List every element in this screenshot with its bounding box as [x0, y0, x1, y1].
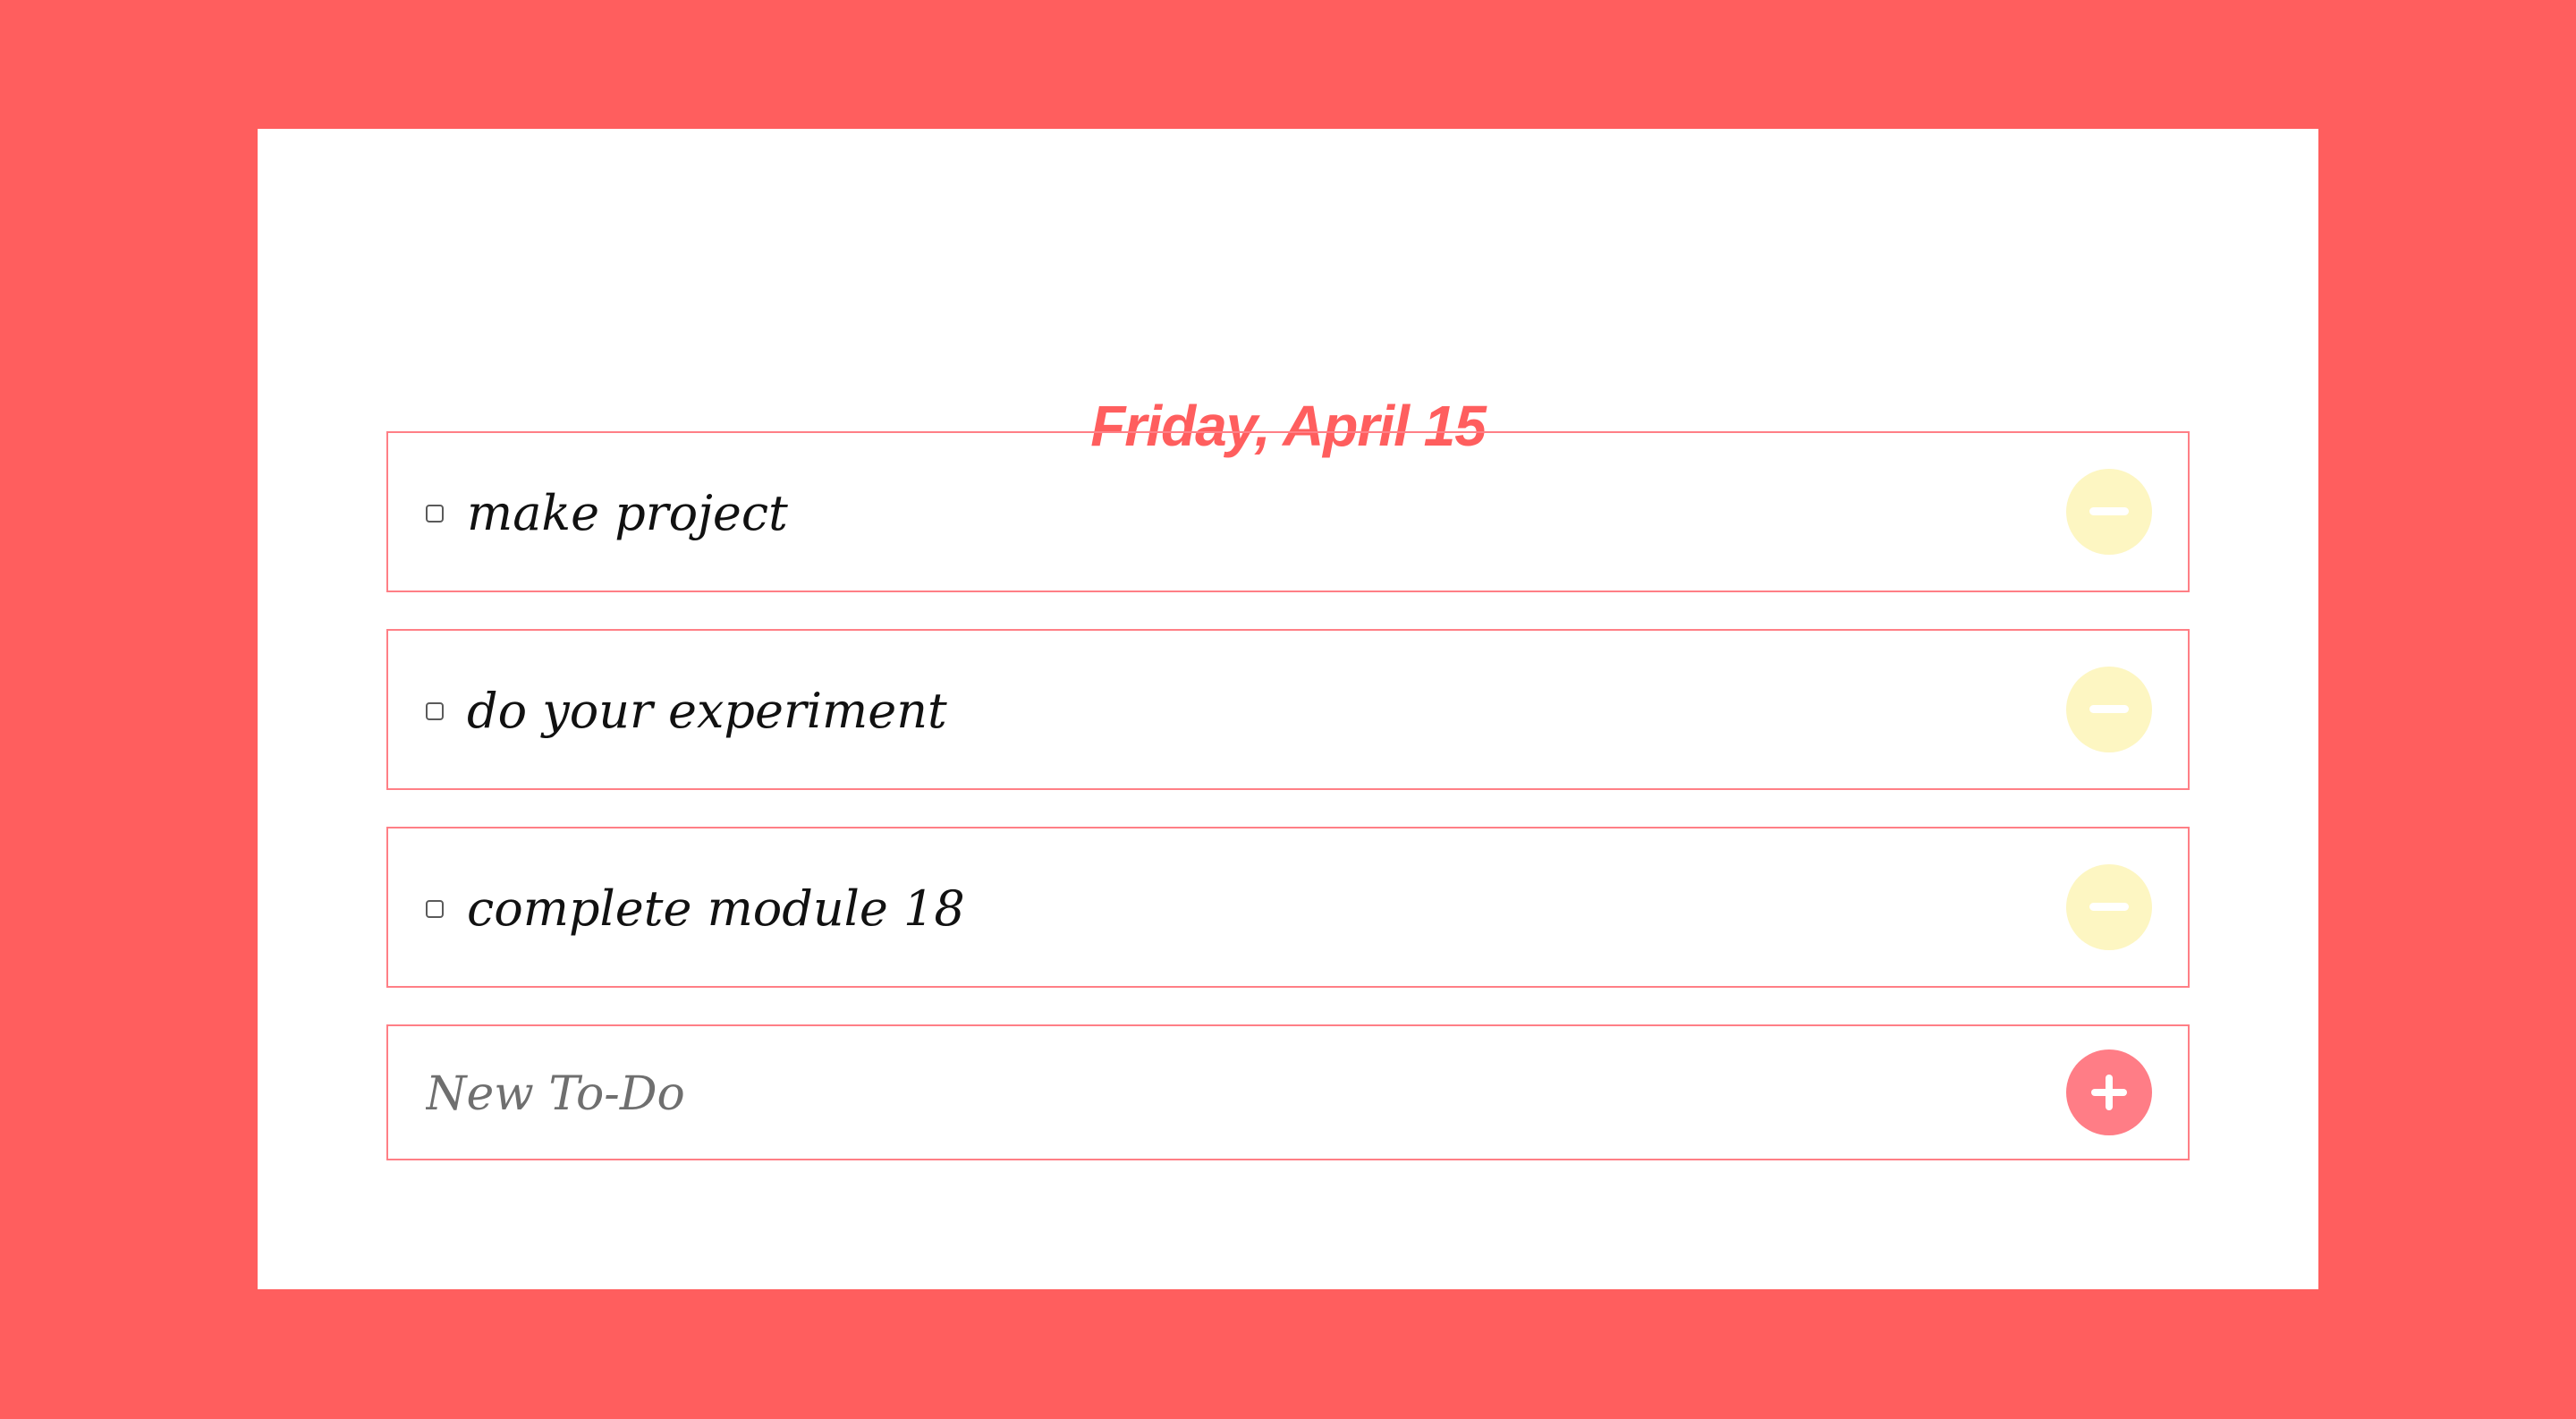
- todo-list: make project do your experiment complete…: [386, 431, 2190, 1160]
- todo-item-label: do your experiment: [467, 683, 947, 739]
- todo-item: do your experiment: [386, 629, 2190, 790]
- todo-card: Friday, April 15 make project do your ex…: [258, 129, 2318, 1289]
- minus-icon: [2089, 507, 2129, 515]
- remove-todo-button[interactable]: [2066, 469, 2152, 555]
- todo-checkbox[interactable]: [426, 702, 444, 720]
- new-todo-input[interactable]: [426, 1049, 1946, 1139]
- todo-item: complete module 18: [386, 827, 2190, 988]
- minus-icon: [2089, 903, 2129, 911]
- remove-todo-button[interactable]: [2066, 864, 2152, 950]
- todo-item: make project: [386, 431, 2190, 592]
- todo-item-label: complete module 18: [467, 880, 965, 937]
- todo-checkbox[interactable]: [426, 900, 444, 918]
- todo-item-label: make project: [467, 485, 788, 541]
- remove-todo-button[interactable]: [2066, 667, 2152, 752]
- plus-icon: [2106, 1075, 2113, 1110]
- minus-icon: [2089, 705, 2129, 713]
- add-todo-button[interactable]: [2066, 1049, 2152, 1135]
- todo-checkbox[interactable]: [426, 505, 444, 523]
- new-todo-row: [386, 1024, 2190, 1160]
